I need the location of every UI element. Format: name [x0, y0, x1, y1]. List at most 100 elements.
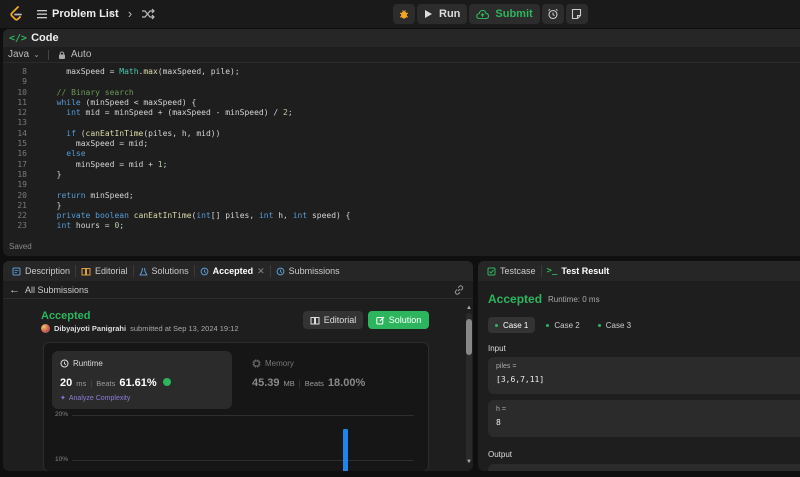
- memory-value: 45.39: [252, 377, 280, 389]
- line-number: 18: [17, 169, 27, 179]
- problem-list-icon[interactable]: [36, 8, 48, 20]
- runtime-unit: ms: [76, 379, 87, 388]
- arrow-left-icon[interactable]: ←: [9, 284, 20, 296]
- run-button[interactable]: Run: [417, 4, 468, 24]
- line-number: 14: [17, 128, 27, 138]
- chart-gridline: [72, 460, 414, 461]
- sparkle-icon: ✦: [60, 395, 66, 402]
- link-icon[interactable]: [453, 284, 465, 296]
- tab-editorial[interactable]: Editorial: [76, 265, 134, 277]
- chip-icon: [252, 359, 261, 368]
- case-label: Case 1: [503, 320, 529, 330]
- case-tab-3[interactable]: Case 3: [591, 317, 638, 333]
- run-controls: Run Submit: [393, 4, 588, 24]
- language-select[interactable]: Java: [8, 49, 29, 60]
- chart-gridline: [72, 415, 414, 416]
- memory-card[interactable]: Memory 45.39 MB | Beats 18.00%: [244, 351, 394, 409]
- editorial-button[interactable]: Editorial: [303, 311, 363, 329]
- history-icon: [200, 267, 208, 275]
- code-line: 13: [3, 118, 800, 128]
- submit-label: Submit: [495, 8, 533, 20]
- prev-problem-icon[interactable]: ‹: [103, 6, 119, 22]
- all-submissions-link[interactable]: All Submissions: [25, 285, 89, 295]
- shuffle-icon[interactable]: [141, 7, 155, 21]
- output-box[interactable]: [488, 464, 800, 471]
- line-number: 16: [17, 149, 27, 159]
- cloud-upload-icon: [476, 9, 490, 19]
- close-icon[interactable]: ✕: [257, 266, 265, 277]
- code-line: 9: [3, 77, 800, 87]
- line-number: 15: [17, 139, 27, 149]
- runtime-card[interactable]: Runtime 20 ms | Beats 61.61% ✦ Analyze C…: [52, 351, 232, 409]
- line-number: 12: [17, 108, 27, 118]
- code-line: 11 while (minSpeed < maxSpeed) {: [3, 98, 800, 108]
- saved-status: Saved: [9, 242, 32, 251]
- code-lines[interactable]: 8 maxSpeed = Math.max(maxSpeed, pile); 9…: [3, 63, 800, 232]
- tab-label: Testcase: [500, 266, 536, 276]
- tab-solutions[interactable]: Solutions: [134, 265, 195, 277]
- code-line: 8 maxSpeed = Math.max(maxSpeed, pile);: [3, 67, 800, 77]
- submission-panel: Description Editorial Solutions Accepted…: [3, 261, 473, 471]
- scrollbar-thumb[interactable]: [466, 319, 472, 355]
- line-number: 21: [17, 200, 27, 210]
- tab-accepted[interactable]: Accepted ✕: [195, 265, 271, 277]
- line-number: 19: [17, 180, 27, 190]
- all-submissions-bar: ← All Submissions: [3, 281, 473, 299]
- submit-button[interactable]: Submit: [469, 4, 540, 24]
- analyze-complexity-link[interactable]: ✦ Analyze Complexity: [60, 394, 224, 403]
- timer-button[interactable]: [541, 4, 564, 24]
- debug-button[interactable]: [393, 4, 415, 24]
- chevron-down-icon[interactable]: ⌄: [33, 50, 40, 59]
- case-tab-2[interactable]: Case 2: [539, 317, 586, 333]
- edit-icon: [376, 316, 385, 324]
- code-line: 15 maxSpeed = mid;: [3, 139, 800, 149]
- code-line: 21 }: [3, 201, 800, 211]
- editor-toolbar: Java ⌄ Auto: [3, 47, 800, 63]
- code-line: 10 // Binary search: [3, 88, 800, 98]
- submission-status: Accepted: [41, 310, 91, 322]
- passed-dot-icon: [546, 323, 550, 327]
- case-label: Case 3: [605, 320, 632, 330]
- code-line: 19: [3, 180, 800, 190]
- output-label: Output: [488, 450, 513, 459]
- passed-dot-icon: [495, 323, 498, 327]
- line-number: 13: [17, 118, 27, 128]
- notes-button[interactable]: [565, 4, 588, 24]
- analyze-complexity-label: Analyze Complexity: [68, 394, 131, 402]
- history-icon: [276, 267, 285, 275]
- terminal-icon: >_: [546, 266, 558, 276]
- input-name: h =: [496, 406, 506, 413]
- alarm-clock-icon: [547, 8, 558, 20]
- solution-button[interactable]: Solution: [368, 311, 429, 329]
- runtime-distribution-chart[interactable]: 20% 10%: [44, 411, 428, 471]
- code-line: 16 else: [3, 149, 800, 159]
- chart-bar[interactable]: [343, 429, 348, 471]
- tab-label: Submissions: [288, 266, 340, 276]
- next-problem-icon[interactable]: ›: [122, 6, 138, 22]
- solution-button-label: Solution: [388, 315, 422, 325]
- clock-icon: [60, 359, 69, 368]
- author-name[interactable]: Dibyajyoti Panigrahi: [54, 324, 126, 333]
- tab-test-result[interactable]: >_ Test Result: [540, 265, 615, 277]
- tab-description[interactable]: Description: [7, 265, 77, 277]
- scroll-up-icon[interactable]: ▲: [466, 305, 472, 311]
- code-line: 18 }: [3, 170, 800, 180]
- avatar[interactable]: [41, 324, 50, 333]
- test-result-status: Accepted: [488, 292, 543, 306]
- indent-mode-label[interactable]: Auto: [71, 49, 92, 60]
- lock-icon: [58, 50, 65, 59]
- code-line: 17 minSpeed = mid + 1;: [3, 160, 800, 170]
- scrollbar[interactable]: [466, 313, 472, 463]
- tab-submissions[interactable]: Submissions: [271, 265, 345, 277]
- top-navbar: Problem List ‹ › Run Submit: [0, 0, 800, 28]
- code-panel-header: </> Code: [3, 29, 800, 47]
- case-tab-1[interactable]: Case 1: [488, 317, 536, 333]
- description-tabs: Description Editorial Solutions Accepted…: [3, 261, 473, 281]
- leetcode-logo-icon[interactable]: [9, 6, 25, 22]
- tab-testcase[interactable]: Testcase: [482, 265, 541, 277]
- input-piles[interactable]: piles = [3,6,7,11]: [488, 357, 800, 394]
- toolbar-divider: [47, 49, 49, 60]
- input-name: piles =: [496, 363, 517, 370]
- scroll-down-icon[interactable]: ▼: [466, 459, 472, 465]
- input-h[interactable]: h = 8: [488, 400, 800, 437]
